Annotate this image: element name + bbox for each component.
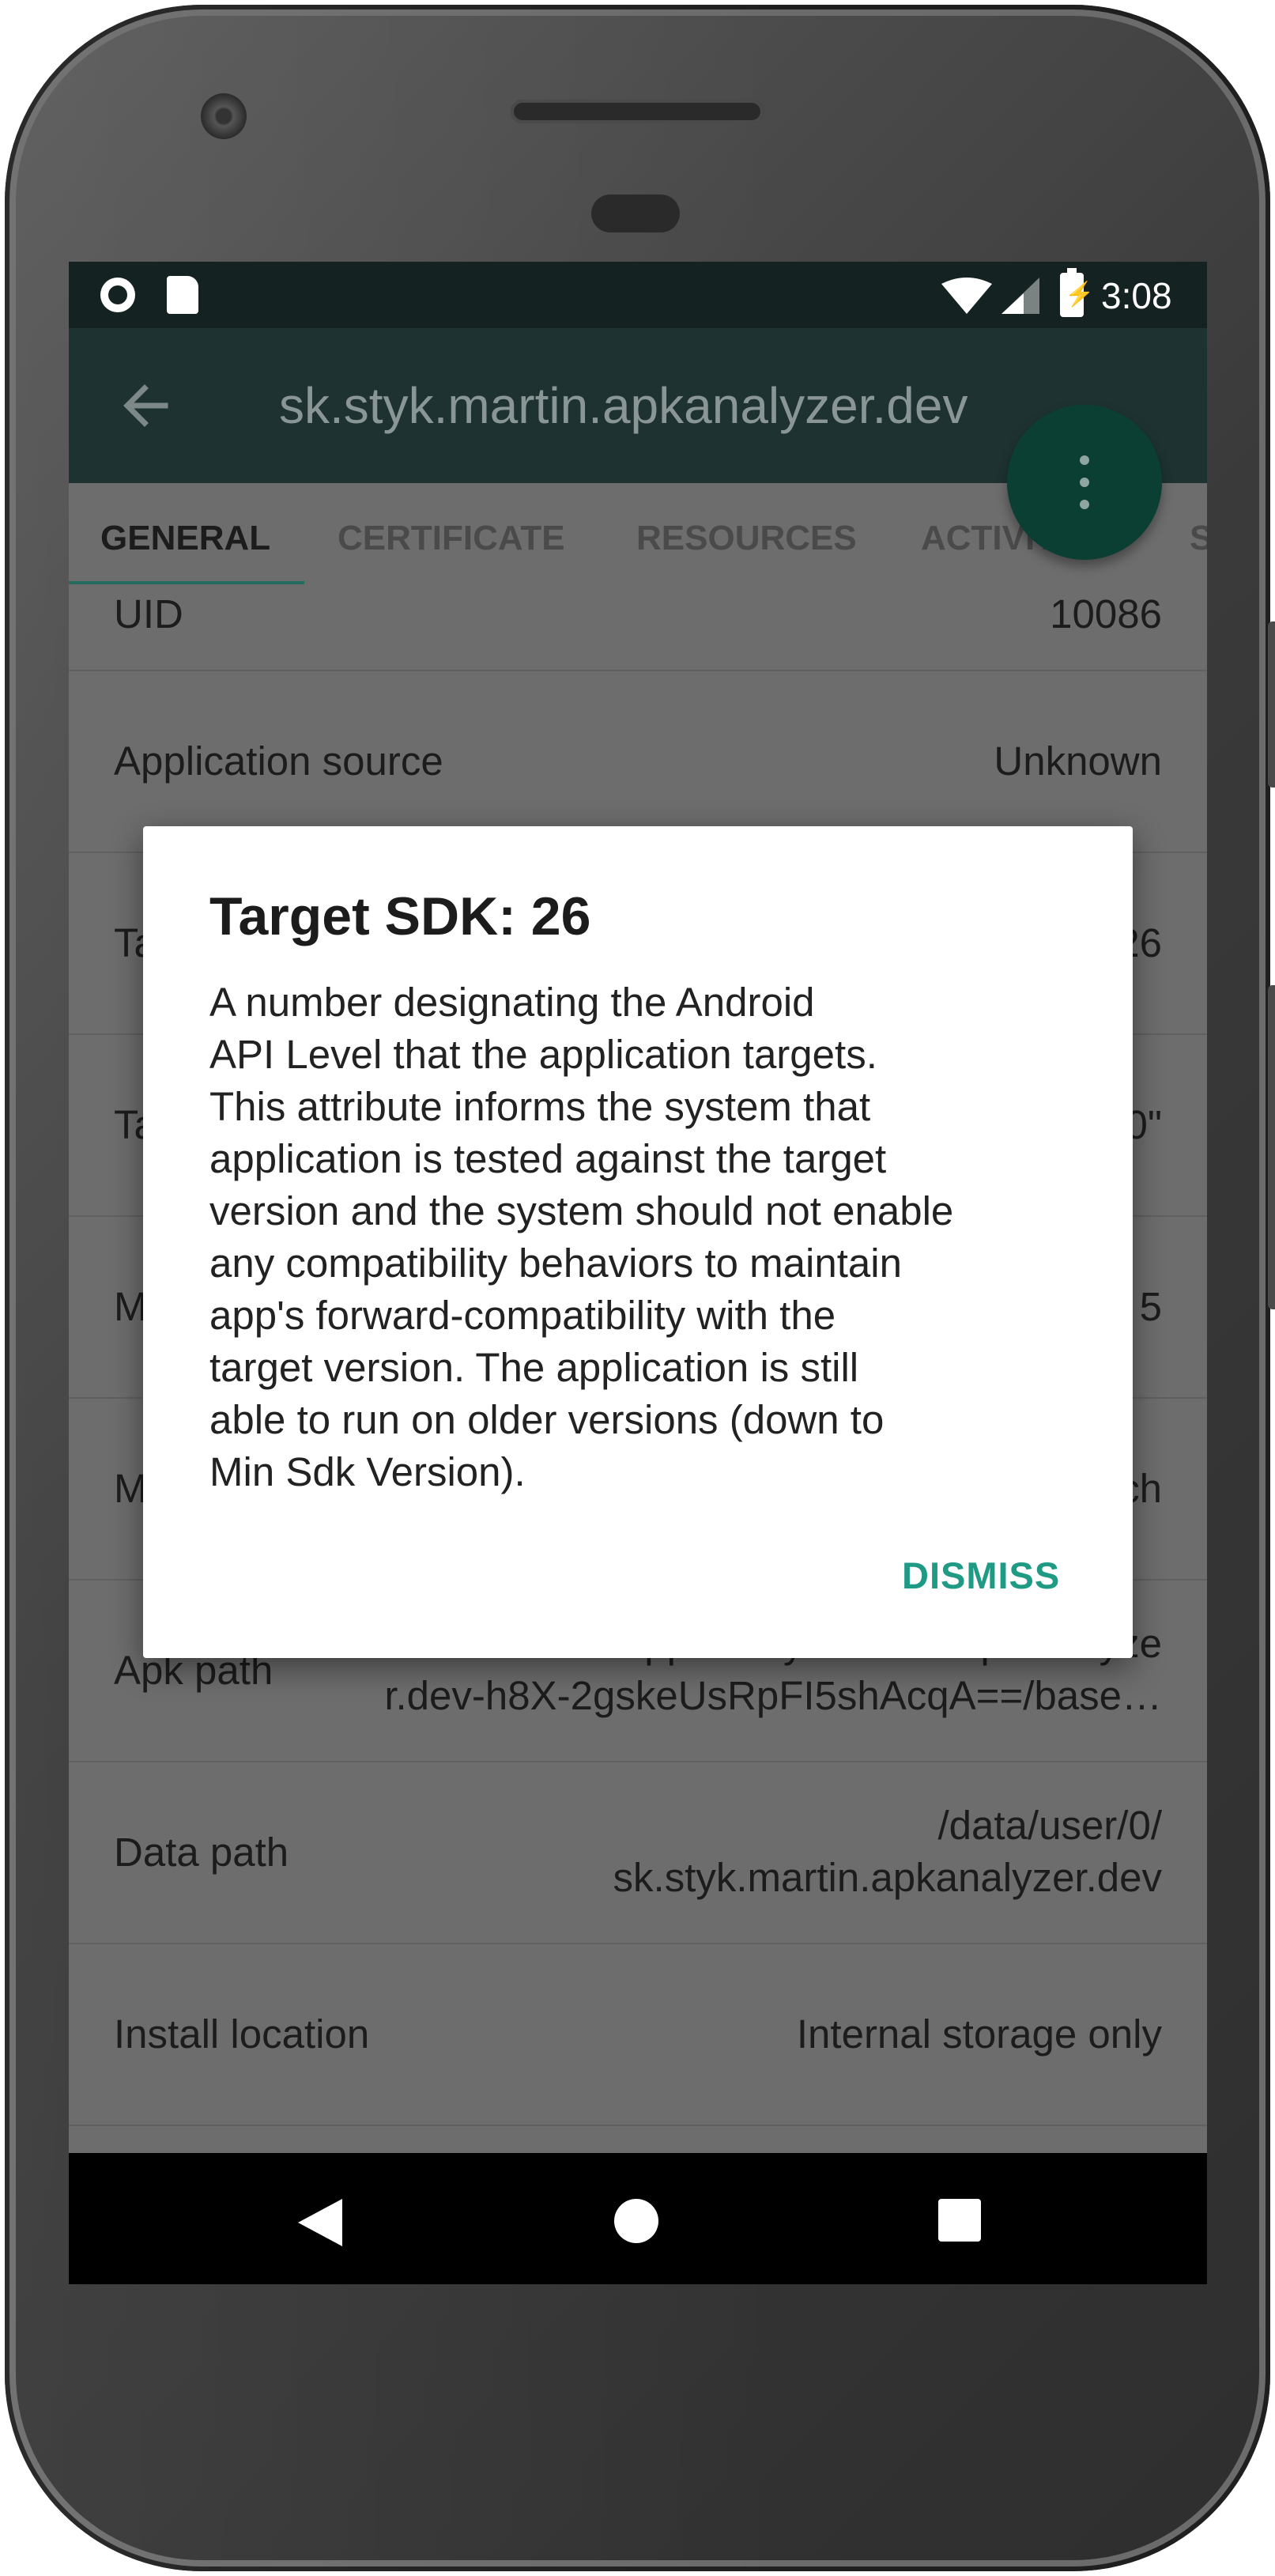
front-camera <box>201 93 247 139</box>
row-value-line-1: /data/user/0/ <box>937 1803 1162 1848</box>
row-value: 10086 <box>1050 591 1162 636</box>
record-icon <box>100 278 135 312</box>
dialog-line: This attribute informs the system that <box>209 1084 871 1129</box>
wifi-icon <box>941 278 992 314</box>
navigation-bar <box>69 2153 1207 2284</box>
list-item-install-location[interactable]: Install location Internal storage only <box>69 1944 1207 2126</box>
row-label: Application source <box>114 738 443 784</box>
more-vertical-icon <box>1080 455 1089 465</box>
info-dialog: Target SDK: 26 A number designating the … <box>143 826 1133 1658</box>
row-value-line-2: sk.styk.martin.apkanalyzer.dev <box>613 1855 1162 1900</box>
more-vertical-icon-dot <box>1080 500 1089 509</box>
nav-back-icon[interactable] <box>298 2199 342 2246</box>
screen: ⚡ 3:08 sk.styk.martin.apkanalyzer.dev GE… <box>69 262 1207 2284</box>
proximity-sensor <box>591 195 680 232</box>
signal-icon <box>1002 278 1039 314</box>
row-value-line-2: r.dev-h8X-2gskeUsRpFI5shAcqA==/base… <box>384 1673 1162 1718</box>
row-value: Unknown <box>994 738 1162 784</box>
dialog-line: API Level that the application targets. <box>209 1032 877 1077</box>
arrow-back-icon[interactable] <box>115 374 178 437</box>
row-label: Data path <box>114 1830 289 1875</box>
dialog-line: Min Sdk Version). <box>209 1449 526 1494</box>
nav-home-icon[interactable] <box>614 2199 658 2243</box>
page-title: sk.styk.martin.apkanalyzer.dev <box>279 377 968 434</box>
battery-charging-icon: ⚡ <box>1060 268 1094 317</box>
clock: 3:08 <box>1101 275 1172 316</box>
status-bar: ⚡ 3:08 <box>69 262 1207 328</box>
dialog-title: Target SDK: 26 <box>209 886 591 946</box>
volume-button[interactable] <box>1268 985 1275 1309</box>
row-label: UID <box>114 591 183 636</box>
dialog-line: app's forward-compatibility with the <box>209 1293 836 1338</box>
row-value: Internal storage only <box>796 2011 1162 2057</box>
nav-recents-icon[interactable] <box>938 2199 981 2242</box>
row-value: 5 <box>1139 1284 1162 1329</box>
dialog-line: version and the system should not enable <box>209 1188 954 1233</box>
phone-frame: ⚡ 3:08 sk.styk.martin.apkanalyzer.dev GE… <box>5 5 1275 2571</box>
power-button[interactable] <box>1268 621 1275 788</box>
row-label: Install location <box>114 2011 370 2057</box>
earpiece-speaker <box>511 100 764 123</box>
dialog-line: target version. The application is still <box>209 1345 859 1390</box>
dismiss-button[interactable]: DISMISS <box>902 1554 1060 1598</box>
more-options-button[interactable] <box>1007 405 1162 560</box>
dialog-line: application is tested against the target <box>209 1136 887 1181</box>
dialog-line: any compatibility behaviors to maintain <box>209 1241 902 1286</box>
dialog-line: A number designating the Android <box>209 980 815 1025</box>
more-vertical-icon-dot <box>1080 478 1089 487</box>
dialog-line: able to run on older versions (down to <box>209 1397 885 1442</box>
dialog-message: A number designating the Android API Lev… <box>209 976 1087 1498</box>
list-item-data-path[interactable]: Data path /data/user/0/ sk.styk.martin.a… <box>69 1762 1207 1944</box>
sd-card-icon <box>167 276 198 314</box>
